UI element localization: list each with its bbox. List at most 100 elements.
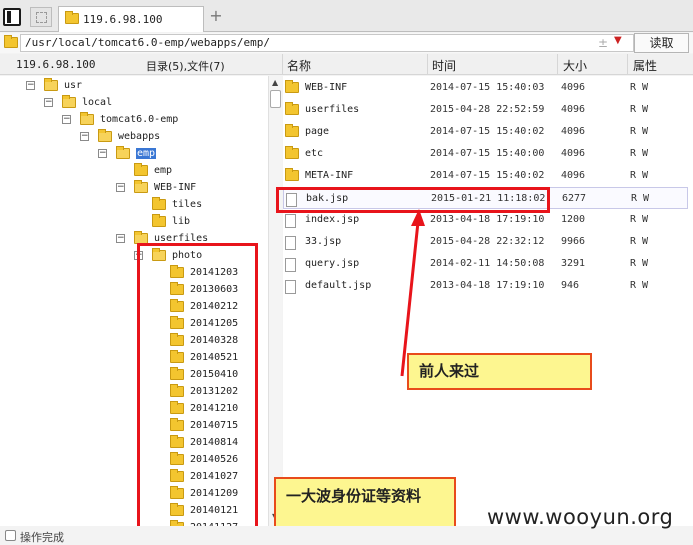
file-name: query.jsp — [305, 258, 360, 269]
column-divider — [557, 54, 558, 75]
folder-icon — [285, 102, 299, 115]
file-attr: R W — [630, 258, 649, 269]
folder-icon — [4, 35, 18, 48]
collapse-toggle-icon[interactable]: − — [116, 183, 125, 192]
folder-icon — [80, 112, 94, 125]
file-icon — [285, 236, 296, 250]
status-text: 操作完成 — [20, 531, 64, 544]
file-time: 2013-04-18 17:19:10 — [430, 280, 545, 291]
file-row[interactable]: userfiles 2015-04-28 22:52:59 4096 R W — [283, 99, 688, 121]
column-divider — [427, 54, 428, 75]
tree-node-label: webapps — [118, 131, 161, 142]
read-button[interactable]: 读取 — [634, 33, 689, 53]
collapse-toggle-icon[interactable]: − — [116, 234, 125, 243]
new-window-button[interactable] — [30, 7, 52, 27]
tab-bar: 119.6.98.100 + — [0, 0, 693, 32]
collapse-toggle-icon[interactable]: − — [80, 132, 89, 141]
tree-node[interactable]: − emp — [0, 146, 268, 163]
folder-icon — [98, 129, 112, 142]
plus-minus-icon[interactable]: ± — [598, 36, 608, 50]
file-size: 4096 — [561, 170, 586, 181]
tree-node-label: emp — [154, 165, 173, 176]
file-size: 9966 — [561, 236, 586, 247]
folder-icon — [134, 163, 148, 176]
tree-node[interactable]: − tomcat6.0-emp — [0, 112, 268, 129]
file-size: 4096 — [561, 82, 586, 93]
tree-node-label: WEB-INF — [154, 182, 197, 193]
file-name: etc — [305, 148, 324, 159]
file-row[interactable]: page 2014-07-15 15:40:02 4096 R W — [283, 121, 688, 143]
file-attr: R W — [630, 126, 649, 137]
file-attr: R W — [630, 236, 649, 247]
folder-icon — [44, 78, 58, 91]
file-attr: R W — [630, 104, 649, 115]
tree-node-label: tiles — [172, 199, 203, 210]
tree-node[interactable]: tiles — [0, 197, 268, 214]
file-row[interactable]: META-INF 2014-07-15 15:40:02 4096 R W — [283, 165, 688, 187]
tab-host[interactable]: 119.6.98.100 — [58, 6, 204, 32]
highlight-box-bak — [276, 187, 550, 213]
column-divider — [627, 54, 628, 75]
tree-node[interactable]: − local — [0, 95, 268, 112]
panel-toggle-button[interactable] — [3, 8, 21, 26]
folder-icon — [152, 197, 166, 210]
tree-node-label: local — [82, 97, 113, 108]
chevron-down-icon[interactable]: ▼ — [614, 35, 622, 46]
file-name: META-INF — [305, 170, 354, 181]
file-name: 33.jsp — [305, 236, 342, 247]
file-time: 2015-04-28 22:52:59 — [430, 104, 545, 115]
file-time: 2015-04-28 22:32:12 — [430, 236, 545, 247]
file-row[interactable]: query.jsp 2014-02-11 14:50:08 3291 R W — [283, 253, 688, 275]
file-time: 2014-07-15 15:40:02 — [430, 126, 545, 137]
file-attr: R W — [630, 280, 649, 291]
folder-icon — [134, 180, 148, 193]
path-input[interactable]: /usr/local/tomcat6.0-emp/webapps/emp/ — [20, 34, 634, 52]
folder-icon — [285, 146, 299, 159]
scroll-thumb[interactable] — [270, 90, 281, 108]
collapse-toggle-icon[interactable]: − — [98, 149, 107, 158]
file-time: 2014-07-15 15:40:00 — [430, 148, 545, 159]
file-size: 4096 — [561, 126, 586, 137]
file-time: 2013-04-18 17:19:10 — [430, 214, 545, 225]
tree-node[interactable]: − usr — [0, 78, 268, 95]
add-tab-button[interactable]: + — [207, 7, 225, 25]
file-time: 2014-07-15 15:40:03 — [430, 82, 545, 93]
tree-node[interactable]: emp — [0, 163, 268, 180]
file-attr: R W — [631, 193, 650, 204]
column-header-row: 119.6.98.100 目录(5),文件(7) 名称 时间 大小 属性 — [0, 54, 693, 75]
status-icon — [5, 530, 16, 541]
file-attr: R W — [630, 214, 649, 225]
column-header-attr[interactable]: 属性 — [633, 57, 657, 74]
file-size: 6277 — [562, 193, 587, 204]
file-attr: R W — [630, 170, 649, 181]
tree-node[interactable]: − WEB-INF — [0, 180, 268, 197]
collapse-toggle-icon[interactable]: − — [44, 98, 53, 107]
tree-node-label: emp — [136, 148, 157, 159]
tree-node[interactable]: − webapps — [0, 129, 268, 146]
file-row[interactable]: etc 2014-07-15 15:40:00 4096 R W — [283, 143, 688, 165]
tree-node[interactable]: lib — [0, 214, 268, 231]
file-size: 946 — [561, 280, 580, 291]
callout-note-1: 前人来过 — [407, 353, 592, 390]
column-header-name[interactable]: 名称 — [287, 57, 311, 74]
folder-icon — [285, 80, 299, 93]
file-icon — [285, 280, 296, 294]
tab-title: 119.6.98.100 — [83, 13, 163, 26]
column-divider — [282, 54, 283, 75]
collapse-toggle-icon[interactable]: − — [26, 81, 35, 90]
collapse-toggle-icon[interactable]: − — [62, 115, 71, 124]
file-name: page — [305, 126, 330, 137]
folder-icon — [285, 124, 299, 137]
tree-scrollbar[interactable]: ▲ ▼ — [268, 76, 282, 526]
file-size: 4096 — [561, 148, 586, 159]
file-icon — [285, 258, 296, 272]
folder-icon — [285, 168, 299, 181]
column-header-time[interactable]: 时间 — [432, 57, 456, 74]
file-row[interactable]: WEB-INF 2014-07-15 15:40:03 4096 R W — [283, 77, 688, 99]
column-header-size[interactable]: 大小 — [563, 57, 587, 74]
scroll-up-icon[interactable]: ▲ — [272, 78, 278, 87]
file-attr: R W — [630, 148, 649, 159]
file-row[interactable]: default.jsp 2013-04-18 17:19:10 946 R W — [283, 275, 688, 297]
file-row[interactable]: 33.jsp 2015-04-28 22:32:12 9966 R W — [283, 231, 688, 253]
file-time: 2014-07-15 15:40:02 — [430, 170, 545, 181]
